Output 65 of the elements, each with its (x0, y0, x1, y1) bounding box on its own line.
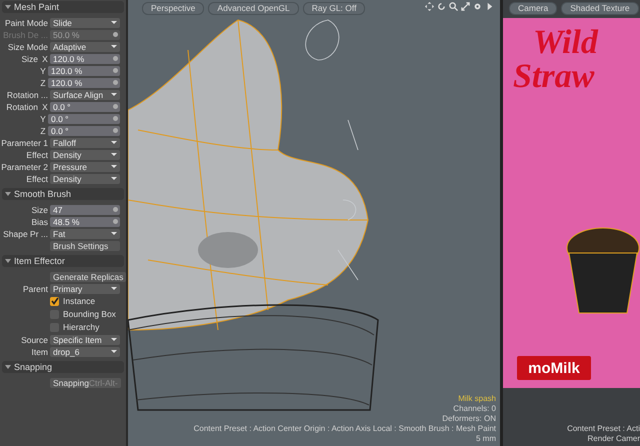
dropdown[interactable]: Specific Item (50, 334, 120, 344)
axis-label: Z (39, 78, 47, 88)
panel-button[interactable]: Generate Replicas (50, 272, 126, 282)
checkbox-label: Bounding Box (63, 309, 116, 319)
panel-button[interactable]: Brush Settings (50, 240, 120, 250)
dropdown[interactable]: Pressure (50, 162, 120, 172)
dropdown[interactable]: Surface Align (50, 90, 120, 100)
viewport-info: Render Camer (588, 434, 640, 444)
field-label: Paint Mode (4, 18, 49, 28)
field-label: Parent (22, 284, 49, 294)
viewport-info: 5 mm (476, 434, 496, 444)
field-label: Parameter 1 (0, 138, 49, 148)
field-label: Effect (25, 150, 49, 160)
viewport-tab[interactable]: Camera (509, 2, 558, 15)
section-header[interactable]: Item Effector (2, 255, 124, 267)
field-label: Bias (30, 216, 49, 226)
field-label: Shape Pr ... (2, 228, 49, 238)
field-label: Source (20, 334, 49, 344)
number-field[interactable]: 120.0 % (48, 78, 120, 88)
number-field[interactable]: 47 (50, 204, 120, 214)
number-field[interactable]: 120.0 % (48, 66, 120, 76)
brand-logo: moMilk (517, 356, 591, 380)
viewport-tab[interactable]: Advanced OpenGL (208, 2, 299, 15)
viewport-tab[interactable]: Perspective (142, 2, 204, 15)
axis-label: Y (39, 66, 47, 76)
section-header[interactable]: Smooth Brush (2, 188, 124, 200)
dropdown[interactable]: Adaptive (50, 42, 120, 52)
section-header[interactable]: Mesh Paint (2, 1, 124, 13)
axis-label: X (41, 102, 49, 112)
field-label: Item (30, 346, 49, 356)
dropdown[interactable]: Falloff (50, 138, 120, 148)
number-field[interactable]: 0.0 ° (48, 114, 120, 124)
number-field[interactable]: 120.0 % (50, 54, 120, 64)
field-label: Parameter 2 (0, 162, 49, 172)
viewport-info: Content Preset : Acti (567, 424, 640, 434)
field-label: Rotation (5, 102, 39, 112)
viewport-info: Content Preset : Action Center Origin : Action Axis Local : Smooth Brush : Mesh Paint (194, 424, 496, 434)
dropdown[interactable]: Density (50, 150, 120, 160)
dropdown[interactable]: Primary (50, 284, 120, 294)
viewport-info: Channels: 0 (453, 404, 496, 414)
field-label: Size (20, 54, 39, 64)
checkbox-label: Hierarchy (63, 322, 100, 332)
dropdown[interactable]: Fat (50, 228, 120, 238)
number-field[interactable]: 48.5 % (50, 216, 120, 226)
field-label: Effect (25, 174, 49, 184)
item-name: Milk spash (458, 394, 496, 404)
field-label: Rotation ... (6, 90, 49, 100)
section-header[interactable]: Snapping (2, 361, 124, 373)
number-field[interactable]: 0.0 ° (48, 126, 120, 136)
poster-headline: Wild (533, 26, 598, 60)
dropdown[interactable]: Slide (50, 18, 120, 28)
axis-label: Z (39, 126, 47, 136)
viewport-tab[interactable]: Ray GL: Off (302, 2, 366, 15)
dropdown[interactable]: drop_6 (50, 346, 120, 356)
field-label: Size Mode (6, 42, 49, 52)
field-label: Size (30, 204, 49, 214)
viewport-tab[interactable]: Shaded Texture (561, 2, 639, 15)
checkbox-label: Instance (63, 296, 96, 306)
dropdown[interactable]: Density (50, 174, 120, 184)
viewport-info: Deformers: ON (442, 414, 496, 424)
number-field[interactable]: 0.0 ° (50, 102, 120, 112)
poster-headline: Straw (513, 60, 596, 94)
axis-label: X (41, 54, 49, 64)
axis-label: Y (39, 114, 47, 124)
render-viewport[interactable]: Camera Shaded Texture Wild Straw moMilk Content Preset : Acti Render Camer (500, 0, 640, 446)
